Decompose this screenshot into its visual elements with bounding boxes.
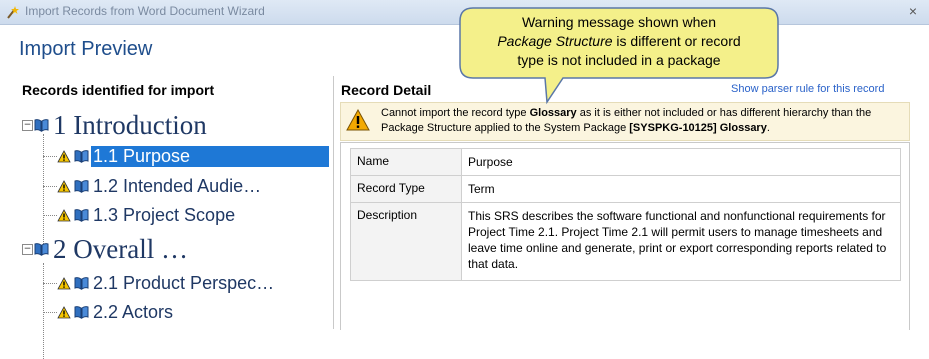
callout-line: type is not included in a package bbox=[517, 52, 721, 68]
warning-icon bbox=[57, 149, 71, 162]
tree-node-label: 1.2 Intended Audie… bbox=[93, 175, 262, 196]
book-icon bbox=[34, 119, 49, 132]
book-icon bbox=[74, 209, 89, 222]
book-icon bbox=[74, 277, 89, 290]
record-detail-panel: Record Detail Show parser rule for this … bbox=[336, 76, 929, 330]
tree-node-introduction[interactable]: − 1 Introduction bbox=[22, 109, 207, 141]
warning-text-part: . bbox=[766, 122, 770, 134]
tree-connector bbox=[43, 215, 57, 216]
tree-node-label: 2.2 Actors bbox=[93, 301, 174, 322]
wizard-wand-icon bbox=[7, 6, 19, 19]
record-detail-title: Record Detail bbox=[341, 82, 432, 98]
field-key: Description bbox=[350, 202, 462, 281]
callout-line: Package Structure is different or record bbox=[473, 32, 765, 51]
record-type-name: Glossary bbox=[529, 107, 577, 119]
callout-emphasis: Package Structure bbox=[497, 33, 613, 49]
callout-line: Warning message shown when bbox=[521, 14, 717, 30]
warning-icon bbox=[57, 305, 71, 318]
import-warning-banner: Cannot import the record type Glossary a… bbox=[340, 102, 910, 141]
tree-node-label: 1.1 Purpose bbox=[91, 145, 329, 167]
warning-icon bbox=[57, 276, 71, 289]
tree-node-label: 1.3 Project Scope bbox=[93, 204, 236, 225]
collapse-icon[interactable]: − bbox=[22, 243, 33, 255]
close-button[interactable]: × bbox=[902, 1, 924, 21]
warning-icon bbox=[346, 109, 370, 131]
field-value: This SRS describes the software function… bbox=[461, 202, 901, 281]
tree-node-purpose[interactable]: 1.1 Purpose bbox=[57, 143, 329, 169]
table-row: Description This SRS describes the softw… bbox=[350, 202, 901, 281]
tree-node-label: 2 Overall … bbox=[53, 233, 188, 264]
collapse-icon[interactable]: − bbox=[22, 119, 33, 131]
book-icon bbox=[74, 306, 89, 319]
book-icon bbox=[74, 180, 89, 193]
tree-connector bbox=[43, 312, 57, 313]
system-package-name: [SYSPKG-10125] Glossary bbox=[629, 122, 767, 134]
tree-node-actors[interactable]: 2.2 Actors bbox=[57, 299, 173, 325]
field-key: Record Type bbox=[350, 175, 462, 203]
tree-connector bbox=[43, 263, 44, 359]
table-row: Name Purpose bbox=[350, 148, 901, 176]
tree-node-label: 1 Introduction bbox=[53, 109, 207, 140]
book-icon bbox=[74, 150, 89, 163]
tree-node-project-scope[interactable]: 1.3 Project Scope bbox=[57, 202, 235, 228]
tree-node-product-perspective[interactable]: 2.1 Product Perspec… bbox=[57, 270, 274, 296]
tree-connector bbox=[43, 186, 57, 187]
warning-icon bbox=[57, 208, 71, 221]
field-value: Term bbox=[461, 175, 901, 203]
window-title: Import Records from Word Document Wizard bbox=[25, 4, 265, 18]
table-row: Record Type Term bbox=[350, 175, 901, 203]
warning-message: Cannot import the record type Glossary a… bbox=[381, 106, 909, 136]
tree-node-intended-audience[interactable]: 1.2 Intended Audie… bbox=[57, 173, 261, 199]
page-title: Import Preview bbox=[19, 38, 153, 60]
tree-connector bbox=[43, 283, 57, 284]
field-key: Name bbox=[350, 148, 462, 176]
warning-text-part: Cannot import the record type bbox=[381, 107, 530, 119]
records-panel: Records identified for import − 1 Introd… bbox=[16, 76, 334, 359]
field-value: Purpose bbox=[461, 148, 901, 176]
record-detail-frame: Name Purpose Record Type Term Descriptio… bbox=[340, 142, 910, 330]
tree-connector bbox=[43, 156, 57, 157]
tree-connector bbox=[43, 134, 44, 244]
book-icon bbox=[34, 243, 49, 256]
tree-node-label: 2.1 Product Perspec… bbox=[93, 272, 275, 293]
annotation-callout: Warning message shown when Package Struc… bbox=[459, 7, 779, 105]
warning-icon bbox=[57, 179, 71, 192]
callout-text: Warning message shown when Package Struc… bbox=[473, 13, 765, 70]
record-detail-table: Name Purpose Record Type Term Descriptio… bbox=[350, 148, 901, 281]
tree-node-overall[interactable]: − 2 Overall … bbox=[22, 233, 188, 265]
records-panel-title: Records identified for import bbox=[22, 82, 215, 98]
callout-line-rest: is different or record bbox=[612, 33, 741, 49]
